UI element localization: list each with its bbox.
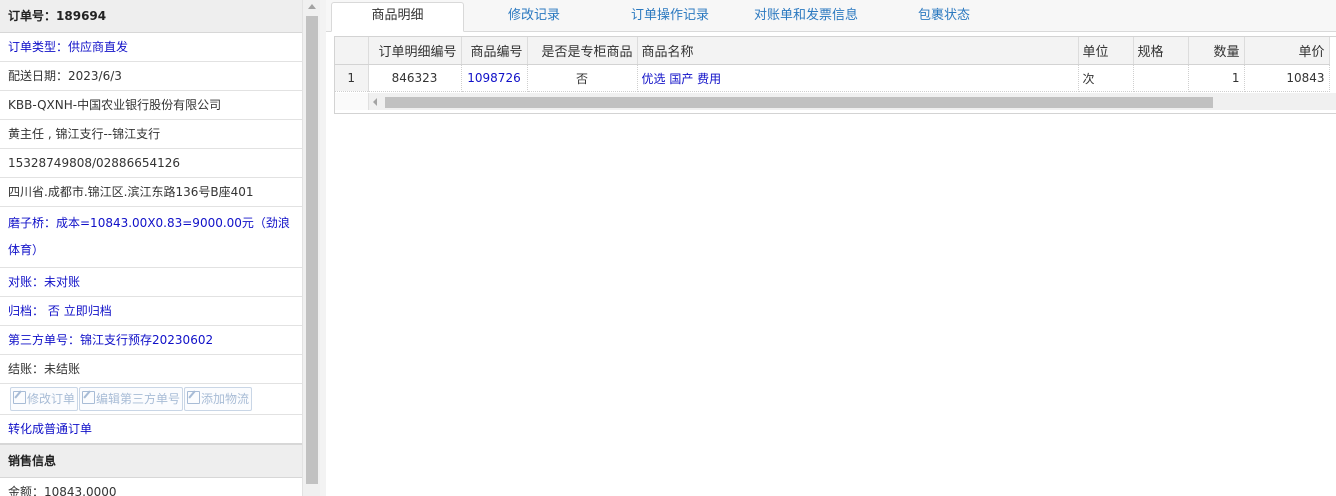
scrollbar-corner	[335, 93, 369, 110]
product-id-link[interactable]: 1098726	[461, 64, 528, 92]
edit-third-party-label: 编辑第三方单号	[96, 392, 181, 406]
quantity-cell: 1	[1188, 64, 1245, 92]
row-number: 1	[335, 64, 369, 92]
reconcile-label: 对账：	[8, 275, 45, 289]
edit-icon	[187, 391, 201, 404]
contact-person: 黄主任 , 锦江支行--锦江支行	[0, 120, 302, 149]
scroll-left-arrow-icon[interactable]	[373, 98, 377, 106]
settle-label: 结账：	[8, 362, 45, 376]
customer-name: KBB-QXNH-中国农业银行股份有限公司	[0, 91, 302, 120]
scrollbar-thumb[interactable]	[306, 16, 318, 484]
third-party-number: 第三方单号：锦江支行预存20230602	[0, 326, 302, 355]
archive-now-link[interactable]: 立即归档	[64, 304, 112, 318]
table-row[interactable]: 1 846323 1098726 否 优选 国产 费用 次 1 10843	[335, 64, 1330, 92]
edit-order-label: 修改订单	[27, 392, 76, 406]
add-logistics-button[interactable]: 添加物流	[184, 387, 253, 411]
grid-header-row: 订单明细编号 商品编号 是否是专柜商品 商品名称 单位 规格 数量 单价	[335, 37, 1330, 65]
delivery-address: 四川省.成都市.锦江区.滨江东路136号B座401	[0, 178, 302, 207]
column-header[interactable]: 订单明细编号	[368, 37, 462, 65]
add-logistics-label: 添加物流	[201, 392, 250, 406]
tab-order-operations[interactable]: 订单操作记录	[608, 3, 732, 31]
edit-order-button[interactable]: 修改订单	[10, 387, 79, 411]
supplier-cost-info: 磨子桥：成本=10843.00X0.83=9000.00元（劲浪体育）	[0, 207, 302, 268]
unit-price-cell: 10843	[1244, 64, 1330, 92]
left-panel-scrollbar[interactable]	[302, 0, 321, 496]
edit-third-party-button[interactable]: 编辑第三方单号	[79, 387, 184, 411]
reconcile-status: 对账：未对账	[0, 268, 302, 297]
column-header[interactable]: 单位	[1078, 37, 1134, 65]
archive-label: 归档：	[8, 304, 45, 318]
tab-package-status[interactable]: 包裹状态	[894, 3, 994, 31]
action-buttons: 修改订单 编辑第三方单号 添加物流	[0, 384, 302, 415]
product-grid: 订单明细编号 商品编号 是否是专柜商品 商品名称 单位 规格 数量 单价 1 8…	[334, 36, 1336, 114]
edit-icon	[13, 391, 26, 404]
third-party-value: 锦江支行预存20230602	[80, 333, 214, 347]
tab-bar: 商品明细 修改记录 订单操作记录 对账单和发票信息 包裹状态	[326, 0, 1336, 32]
order-number: 189694	[56, 9, 107, 23]
column-header[interactable]: 单价	[1244, 37, 1330, 65]
settle-status: 结账：未结账	[0, 355, 302, 384]
column-header[interactable]: 是否是专柜商品	[527, 37, 638, 65]
order-type: 订单类型：供应商直发	[0, 33, 302, 62]
order-info-panel: 订单号：189694 订单类型：供应商直发 配送日期：2023/6/3 KBB-…	[0, 0, 302, 496]
rownum-header	[335, 37, 369, 65]
tab-modification-log[interactable]: 修改记录	[474, 3, 594, 31]
column-header[interactable]: 规格	[1133, 37, 1189, 65]
product-name-link[interactable]: 优选 国产 费用	[637, 64, 1079, 92]
sales-info-header: 销售信息	[0, 445, 302, 478]
order-number-label: 订单号：	[8, 9, 57, 23]
amount: 金额：10843.0000	[0, 478, 302, 496]
detail-id-cell: 846323	[368, 64, 462, 92]
order-number-header: 订单号：189694	[0, 0, 302, 33]
edit-icon	[82, 391, 96, 404]
contact-phones: 15328749808/02886654126	[0, 149, 302, 178]
column-header[interactable]: 数量	[1188, 37, 1245, 65]
tab-product-details[interactable]: 商品明细	[331, 2, 464, 32]
tab-statement-invoice[interactable]: 对账单和发票信息	[738, 3, 874, 31]
settle-value: 未结账	[44, 362, 81, 376]
reconcile-value: 未对账	[44, 275, 81, 289]
archive-value: 否	[47, 304, 60, 318]
column-header[interactable]: 商品名称	[637, 37, 1079, 65]
column-header[interactable]: 商品编号	[461, 37, 528, 65]
spec-cell	[1133, 64, 1189, 92]
unit-cell: 次	[1078, 64, 1134, 92]
third-party-label: 第三方单号：	[8, 333, 81, 347]
scrollbar-thumb[interactable]	[385, 97, 1213, 108]
delivery-date: 配送日期：2023/6/3	[0, 62, 302, 91]
is-counter-cell: 否	[527, 64, 638, 92]
archive-status: 归档： 否 立即归档	[0, 297, 302, 326]
convert-normal-order-link[interactable]: 转化成普通订单	[8, 422, 92, 436]
grid-horizontal-scrollbar[interactable]	[335, 93, 1336, 110]
scroll-up-arrow-icon[interactable]	[308, 4, 316, 9]
detail-panel: 商品明细 修改记录 订单操作记录 对账单和发票信息 包裹状态 订单明细编号 商品…	[326, 0, 1336, 496]
